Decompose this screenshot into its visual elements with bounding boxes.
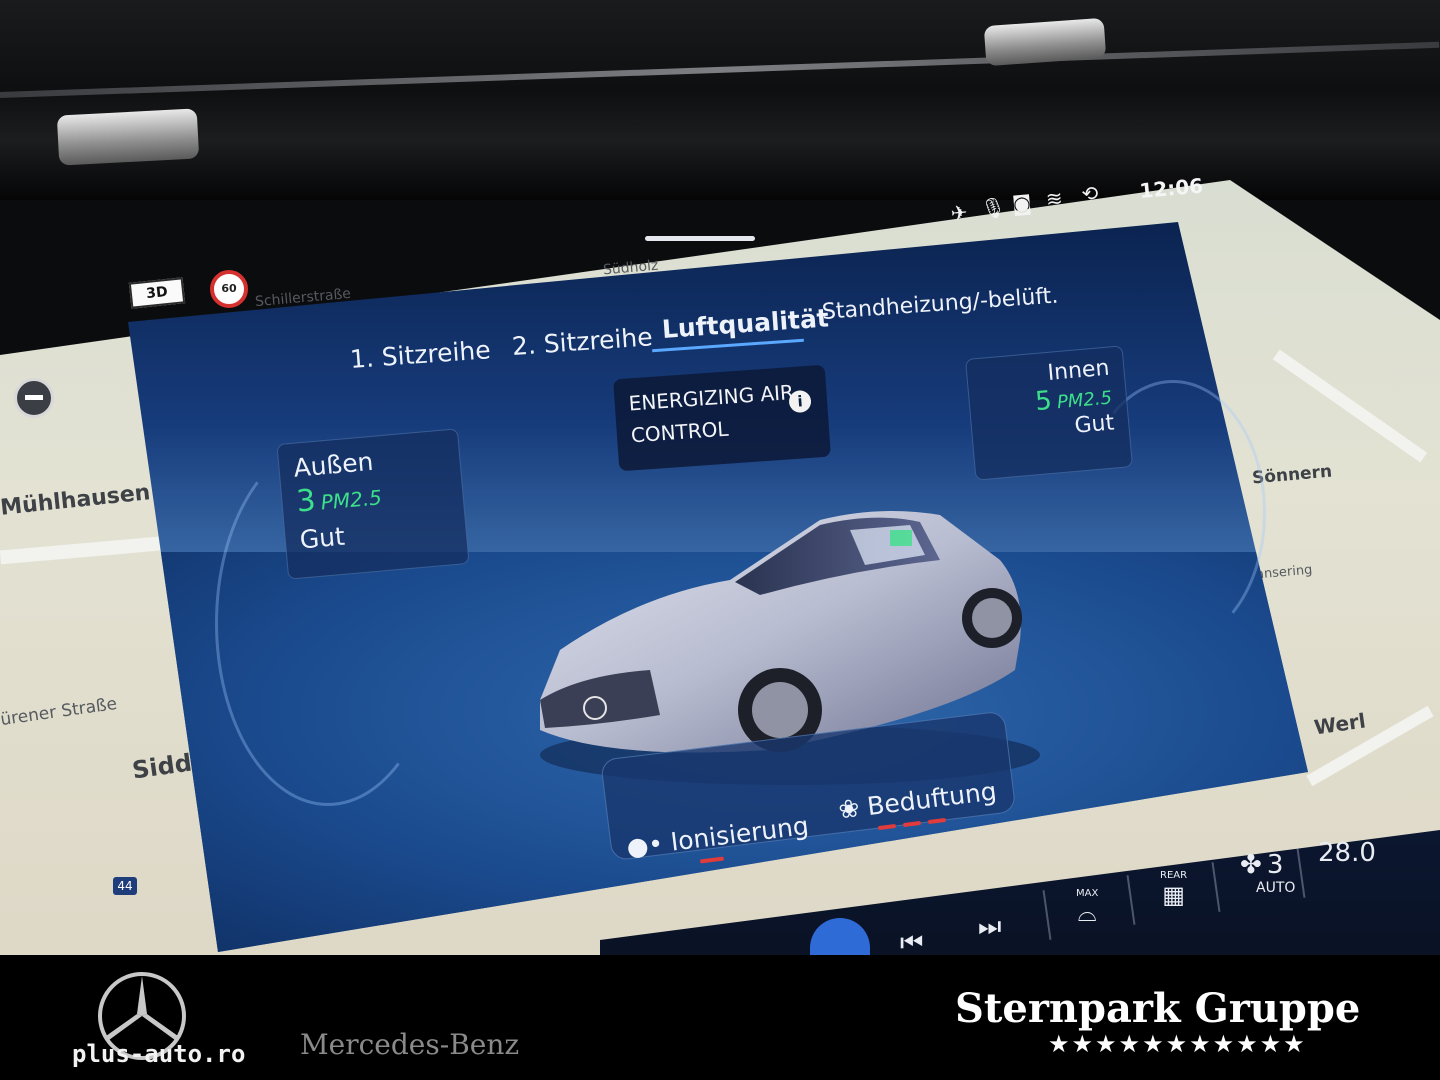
max-defrost-button[interactable]: MAX ⌓ <box>1076 888 1098 927</box>
fan-level: 3 <box>1266 850 1284 880</box>
outside-pm-unit: PM2.5 <box>319 485 383 515</box>
inside-air-quality-box: Innen 5 PM2.5 Gut <box>964 345 1134 481</box>
no-entry-icon <box>14 378 54 418</box>
temperature-display[interactable]: 28.0 <box>1318 838 1376 868</box>
vent-knob-right[interactable] <box>983 17 1107 67</box>
beduftung-icon: ❀ <box>836 793 862 825</box>
ionisierung-icon: ●• <box>624 828 665 863</box>
outside-air-quality-box: Außen 3 PM2.5 Gut <box>276 428 470 580</box>
wifi-icon: ≋ <box>1044 185 1064 212</box>
inside-pm-value: 5 <box>1034 385 1054 418</box>
speed-limit-icon: 60 <box>210 270 248 308</box>
max-label: MAX <box>1076 888 1099 899</box>
camera-icon: ◙ <box>1011 190 1033 217</box>
fan-mode: AUTO <box>1256 880 1296 896</box>
windshield-defrost-icon: ⌓ <box>1077 899 1097 927</box>
rear-window-defrost-icon: ▦ <box>1162 881 1185 909</box>
highway-shield: 44 <box>113 877 137 895</box>
outside-pm-value: 3 <box>295 483 318 520</box>
dashboard-trim <box>0 0 1440 200</box>
next-track-icon[interactable]: ⏭ <box>978 912 1001 943</box>
inside-pm-unit: PM2.5 <box>1056 387 1113 414</box>
plus-auto-watermark: plus-auto.ro <box>72 1040 246 1068</box>
sync-icon: ⟲ <box>1080 180 1100 207</box>
rear-defrost-button[interactable]: REAR ▦ <box>1160 870 1187 909</box>
drawer-handle[interactable] <box>645 236 755 241</box>
fan-control[interactable]: ✤ 3 AUTO <box>1240 850 1295 896</box>
microphone-icon: 🎙 <box>979 194 1007 221</box>
vent-knob-left[interactable] <box>56 108 200 166</box>
map-3d-button[interactable]: 3D <box>128 277 186 309</box>
mercedes-benz-wordmark: Mercedes-Benz <box>300 1028 520 1061</box>
sternpark-gruppe-logo: Sternpark Gruppe <box>955 985 1361 1032</box>
fan-icon: ✤ <box>1240 850 1262 880</box>
energizing-air-control-button[interactable]: ENERGIZING AIR CONTROL i <box>613 364 831 472</box>
rear-label: REAR <box>1160 870 1188 881</box>
outside-status: Gut <box>298 521 346 555</box>
dealer-stars: ★★★★★★★★★★★ <box>1048 1030 1307 1058</box>
location-off-icon: ✈ <box>949 200 969 226</box>
